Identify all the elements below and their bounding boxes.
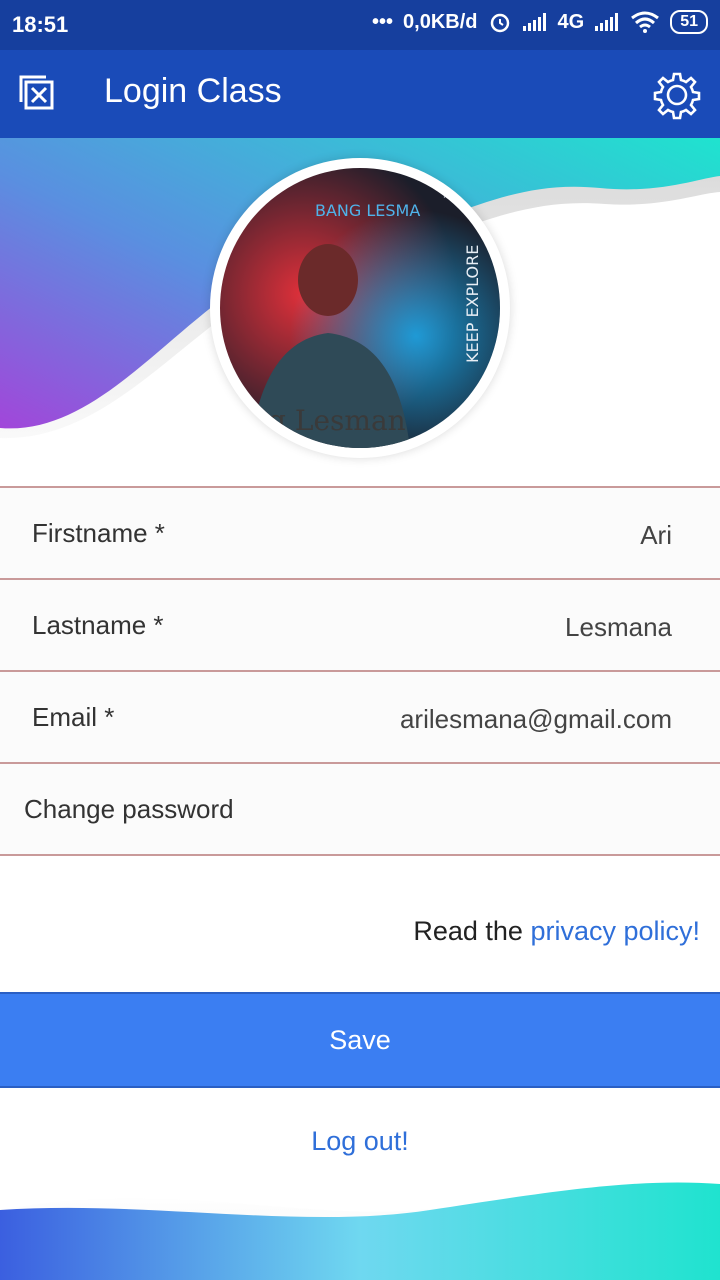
gear-icon[interactable] — [652, 70, 702, 120]
battery-indicator: 51 — [670, 10, 708, 34]
firstname-field[interactable]: Firstname * Ari — [0, 486, 720, 578]
privacy-note: Read the privacy policy! — [413, 916, 700, 947]
change-password-label: Change password — [24, 794, 234, 824]
logout-label: Log out! — [311, 1126, 409, 1156]
profile-photo: MINI PR BANG LESMA KEEP EXPLORE ng Lesma… — [220, 168, 500, 448]
save-button[interactable]: Save — [0, 992, 720, 1088]
alarm-icon — [490, 13, 509, 33]
more-notifications-icon: ••• — [372, 10, 394, 33]
logout-link[interactable]: Log out! — [0, 1126, 720, 1157]
change-password-item[interactable]: Change password — [0, 762, 720, 856]
signal-icon — [522, 13, 546, 31]
email-field[interactable]: Email * arilesmana@gmail.com — [0, 670, 720, 762]
avatar[interactable]: MINI PR BANG LESMA KEEP EXPLORE ng Lesma… — [210, 158, 510, 458]
firstname-label: Firstname * — [32, 518, 165, 548]
network-speed: 0,0KB/d — [403, 10, 478, 33]
firstname-value[interactable]: Ari — [640, 520, 672, 551]
lastname-value[interactable]: Lesmana — [565, 612, 672, 643]
page-title: Login Class — [104, 72, 282, 110]
network-type: 4G — [557, 10, 585, 33]
app-bar: Login Class — [0, 50, 720, 138]
signal-icon-2 — [595, 13, 619, 31]
status-time: 18:51 — [12, 12, 69, 37]
email-label: Email * — [32, 702, 115, 732]
save-label: Save — [329, 1024, 391, 1055]
status-bar: 18:51 ••• 0,0KB/d 4G 51 — [0, 0, 720, 50]
wifi-icon — [631, 11, 660, 33]
close-window-icon[interactable] — [18, 74, 56, 112]
photo-caption-side: KEEP EXPLORE — [463, 245, 482, 363]
lastname-field[interactable]: Lastname * Lesmana — [0, 578, 720, 670]
privacy-prefix: Read the — [413, 916, 531, 946]
email-value[interactable]: arilesmana@gmail.com — [400, 704, 672, 735]
photo-caption-top: BANG LESMA — [315, 201, 420, 220]
status-icons: ••• 0,0KB/d 4G 51 — [372, 10, 708, 34]
lastname-label: Lastname * — [32, 610, 164, 640]
privacy-policy-link[interactable]: privacy policy! — [530, 916, 700, 946]
footer-wave-graphic — [0, 1177, 720, 1280]
